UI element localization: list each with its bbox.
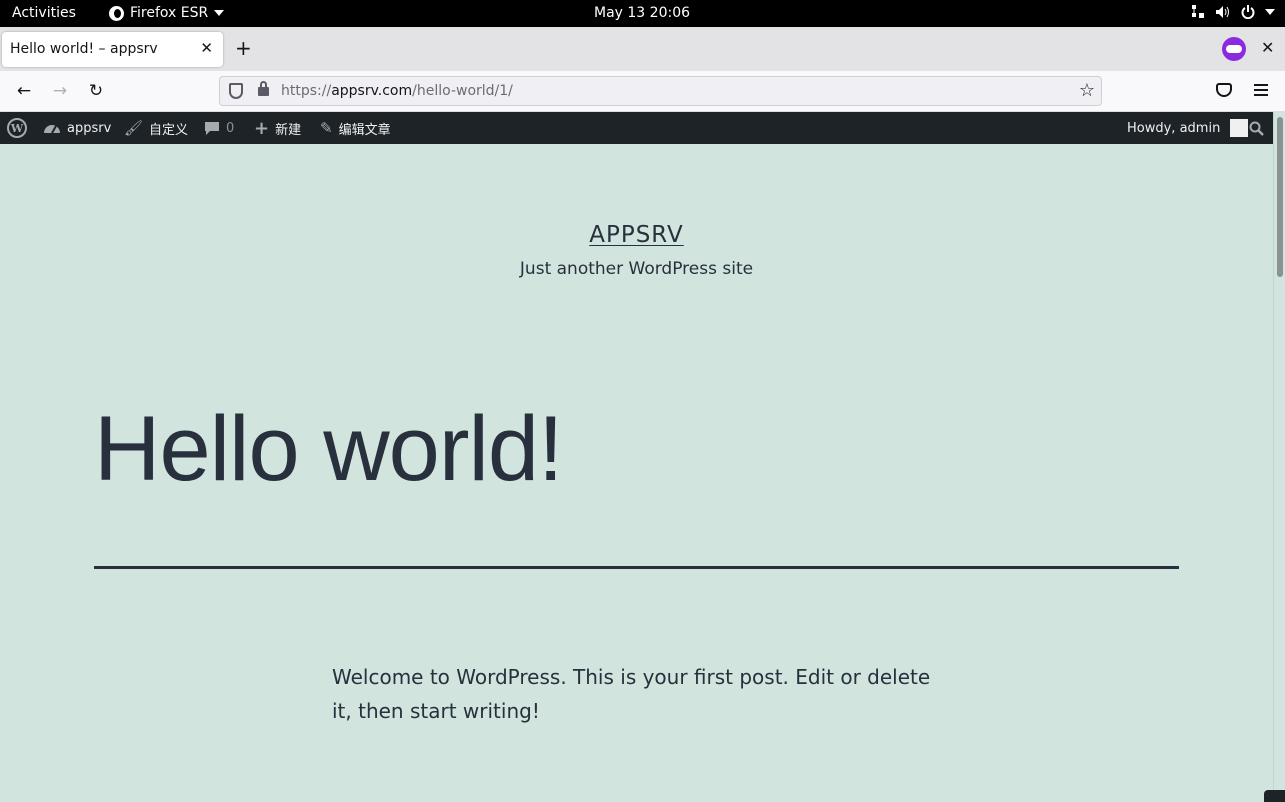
close-window-button[interactable]: ✕ <box>1261 38 1274 57</box>
comment-icon <box>205 121 219 135</box>
search-menu[interactable] <box>1249 112 1264 144</box>
site-title: APPSRV <box>0 222 1273 248</box>
volume-icon <box>1216 6 1229 18</box>
back-button[interactable]: ← <box>14 81 34 101</box>
pocket-icon[interactable] <box>1216 83 1232 97</box>
url-text[interactable]: https://appsrv.com/hello-world/1/ <box>281 83 513 99</box>
forward-button[interactable]: → <box>50 81 70 101</box>
app-menu[interactable]: Firefox ESR <box>109 5 225 21</box>
url-prefix: https:// <box>281 83 332 99</box>
system-tray[interactable] <box>1191 4 1275 20</box>
avatar <box>1230 119 1249 137</box>
edit-post-menu[interactable]: ✎ 编辑文章 <box>320 112 391 144</box>
system-top-bar: Activities Firefox ESR May 13 20:06 <box>0 0 1285 27</box>
menu-icon[interactable] <box>1254 84 1268 99</box>
scrollbar-thumb[interactable] <box>1277 117 1283 277</box>
paintbrush-icon: 🖌 <box>124 119 144 137</box>
tab-strip: Hello world! – appsrv ✕ + ✕ <box>0 27 1285 71</box>
address-bar[interactable]: https://appsrv.com/hello-world/1/ ☆ <box>219 76 1102 106</box>
new-tab-button[interactable]: + <box>235 36 252 60</box>
plus-icon: + <box>254 117 270 139</box>
firefox-icon <box>109 5 124 21</box>
lock-icon[interactable] <box>258 81 269 96</box>
reload-button[interactable]: ↻ <box>86 81 106 101</box>
site-description: Just another WordPress site <box>519 259 754 279</box>
navigation-toolbar: ← → ↻ https://appsrv.com/hello-world/1/ … <box>0 71 1285 112</box>
wordpress-logo-icon: W <box>7 118 27 138</box>
chevron-down-icon <box>214 10 225 16</box>
pencil-icon: ✎ <box>320 119 333 137</box>
page-scrollbar[interactable] <box>1273 112 1285 802</box>
tab-hello-world[interactable]: Hello world! – appsrv ✕ <box>2 32 223 67</box>
chevron-down-icon <box>1265 9 1275 15</box>
new-label: 新建 <box>275 122 302 138</box>
app-menu-label: Firefox ESR <box>130 5 209 21</box>
edit-post-label: 编辑文章 <box>338 122 391 138</box>
url-path: /hello-world/1/ <box>412 83 513 99</box>
customize-menu[interactable]: 🖌 自定义 <box>124 112 188 144</box>
new-content-menu[interactable]: + 新建 <box>254 112 301 144</box>
tracking-protection-shield-icon[interactable] <box>229 83 243 99</box>
site-name-menu[interactable]: appsrv <box>43 112 111 144</box>
post-content: Welcome to WordPress. This is your first… <box>332 665 931 723</box>
site-name-label: appsrv <box>67 120 112 136</box>
close-tab-icon[interactable]: ✕ <box>200 39 213 57</box>
site-title-link[interactable]: APPSRV <box>589 222 684 248</box>
wp-logo-menu[interactable]: W <box>7 112 27 144</box>
howdy-label: Howdy, admin <box>1127 120 1221 136</box>
network-icon <box>1192 5 1204 18</box>
customize-label: 自定义 <box>149 122 189 138</box>
url-host: appsrv.com <box>331 83 413 99</box>
tab-title: Hello world! – appsrv <box>10 41 158 57</box>
dashboard-icon <box>44 125 60 134</box>
search-icon <box>1249 121 1264 136</box>
bookmark-star-icon[interactable]: ☆ <box>1079 80 1095 101</box>
activities-button[interactable]: Activities <box>12 5 76 21</box>
corner-widget[interactable] <box>1264 790 1285 802</box>
wp-admin-bar: W appsrv 🖌 自定义 0 + 新建 ✎ 编辑文章 Howdy, admi… <box>0 112 1273 144</box>
comments-menu[interactable]: 0 <box>204 112 234 144</box>
title-divider <box>94 566 1179 569</box>
power-icon <box>1241 5 1255 19</box>
post-title: Hello world! <box>94 398 564 500</box>
comment-count: 0 <box>226 120 235 136</box>
account-menu[interactable]: Howdy, admin <box>1127 112 1249 144</box>
private-browsing-icon[interactable] <box>1222 37 1246 61</box>
clock[interactable]: May 13 20:06 <box>594 5 690 21</box>
